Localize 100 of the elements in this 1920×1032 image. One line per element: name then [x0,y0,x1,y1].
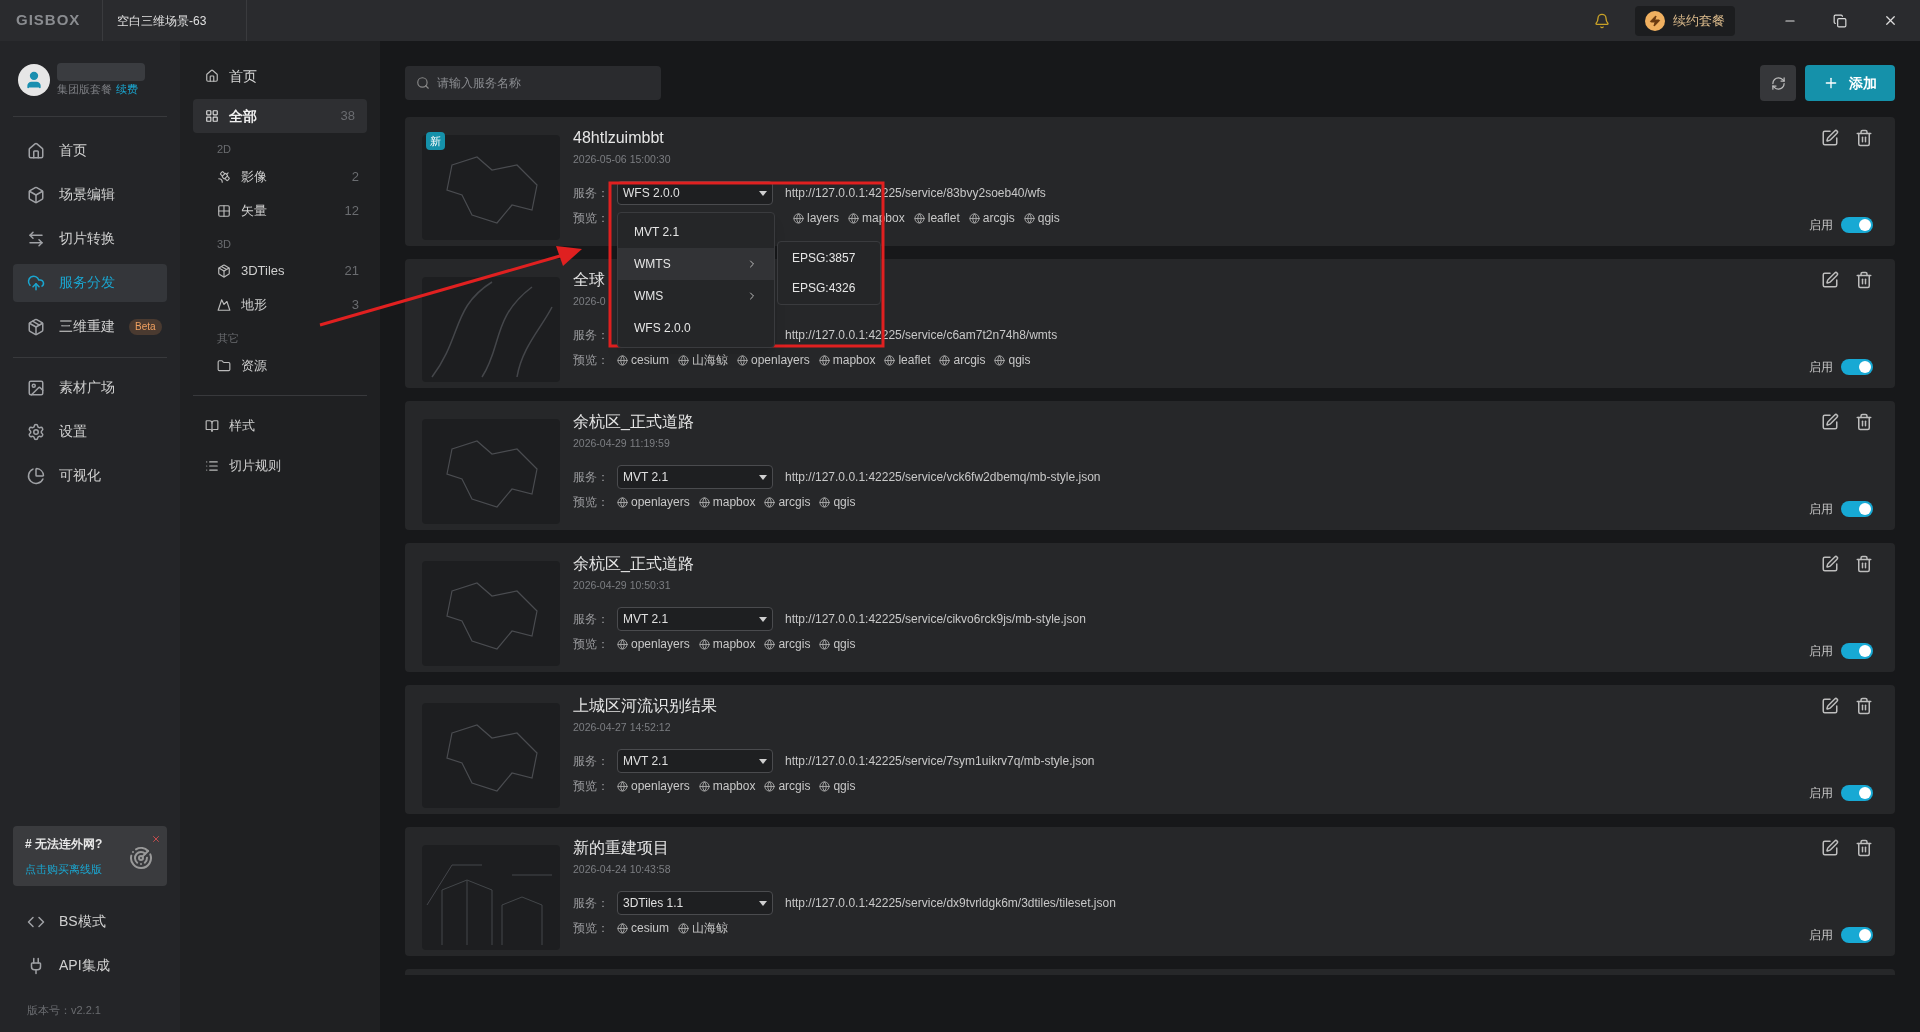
submenu-item[interactable]: EPSG:3857 [778,243,880,273]
preview-link[interactable]: qgis [819,635,856,653]
preview-link[interactable]: qgis [994,351,1031,369]
service-url[interactable]: http://127.0.0.1:42225/service/dx9tvrldgk6m/3dtiles/tileset.json [785,894,1116,912]
preview-link[interactable]: qgis [1023,209,1060,227]
delete-icon[interactable] [1855,555,1873,573]
delete-icon[interactable] [1855,839,1873,857]
category-item[interactable]: 资源 [217,348,359,383]
service-label: 服务： [573,895,610,912]
search-field[interactable]: 请输入服务名称 [405,66,661,100]
category-count: 2 [351,167,359,186]
nav-item[interactable]: 场景编辑 [13,175,167,214]
nav-item[interactable]: 设置 [13,412,167,451]
edit-icon[interactable] [1821,697,1839,715]
service-select[interactable]: MVT 2.1 [617,749,773,773]
renew-button[interactable]: 续约套餐 [1635,5,1735,36]
add-button[interactable]: 添加 [1805,65,1895,101]
service-select[interactable]: MVT 2.1 [617,607,773,631]
close-icon[interactable] [1883,13,1898,28]
nav-label: 场景编辑 [59,185,115,204]
refresh-button[interactable] [1760,65,1796,101]
menu-item[interactable]: WMS [618,280,774,312]
category-item[interactable]: 3DTiles 21 [217,254,359,288]
promo-link[interactable]: 点击购买离线版 [25,860,102,877]
category-label: 全部 [229,106,258,126]
preview-label: 预览： [573,494,610,511]
edit-icon[interactable] [1821,839,1839,857]
nav-item[interactable]: API集成 [13,943,167,988]
service-url[interactable]: http://127.0.0.1:42225/service/cikvo6rck9js/mb-style.json [785,610,1086,628]
preview-link[interactable]: arcgis [939,351,986,369]
nav-item[interactable]: 素材广场 [13,368,167,407]
preview-link[interactable]: arcgis [764,777,811,795]
preview-link[interactable]: mapbox [818,351,876,369]
preview-link[interactable]: cesium [617,919,669,937]
caret-icon [759,900,767,906]
preview-link[interactable]: openlayers [617,777,690,795]
nav-item[interactable]: 切片转换 [13,219,167,258]
enable-toggle[interactable] [1841,927,1873,943]
category-item[interactable]: 影像 2 [217,159,359,194]
preview-link[interactable]: arcgis [764,493,811,511]
preview-link[interactable]: mapbox [698,777,756,795]
plus-icon [1823,75,1839,91]
nav-item[interactable]: 三维重建 Beta [13,307,167,346]
edit-icon[interactable] [1821,129,1839,147]
service-date: 2026-04-27 14:52:12 [573,720,671,735]
edit-icon[interactable] [1821,271,1839,289]
service-select[interactable]: MVT 2.1 [617,465,773,489]
menu-item[interactable]: MVT 2.1 [618,216,774,248]
preview-link[interactable]: 山海鲸 [678,351,728,369]
nav-item[interactable]: 首页 [13,131,167,170]
enable-toggle[interactable] [1841,643,1873,659]
delete-icon[interactable] [1855,271,1873,289]
preview-link[interactable]: layers [793,209,839,227]
submenu-item[interactable]: EPSG:4326 [778,273,880,303]
service-select[interactable]: 3DTiles 1.1 [617,891,773,915]
preview-link[interactable]: cesium [617,351,669,369]
nav-label: 切片转换 [59,229,115,248]
nav-item[interactable]: BS模式 [13,899,167,944]
preview-link[interactable]: arcgis [764,635,811,653]
edit-icon[interactable] [1821,413,1839,431]
globe-icon [913,212,925,224]
category-item[interactable]: 全部 38 [193,99,367,133]
restore-icon[interactable] [1833,13,1847,28]
category-item[interactable]: 切片规则 [193,445,367,486]
category-item[interactable]: 地形 3 [217,288,359,322]
preview-link[interactable]: leaflet [884,351,931,369]
preview-link[interactable]: 山海鲸 [678,919,728,937]
preview-link[interactable]: qgis [819,493,856,511]
edit-icon[interactable] [1821,555,1839,573]
category-item[interactable]: 首页 [193,59,367,93]
renew-link[interactable]: 续费 [116,81,138,98]
preview-link[interactable]: openlayers [737,351,810,369]
globe-icon [1023,212,1035,224]
preview-link[interactable]: openlayers [617,635,690,653]
globe-icon [793,212,804,224]
delete-icon[interactable] [1855,129,1873,147]
menu-item[interactable]: WFS 2.0.0 [618,312,774,344]
enable-toggle[interactable] [1841,785,1873,801]
enable-toggle[interactable] [1841,501,1873,517]
enable-toggle[interactable] [1841,359,1873,375]
service-url[interactable]: http://127.0.0.1:42225/service/7sym1uikrv7q/mb-style.json [785,752,1095,770]
delete-icon[interactable] [1855,697,1873,715]
preview-link[interactable]: openlayers [617,493,690,511]
service-select[interactable]: WFS 2.0.0 [617,181,773,205]
grid-icon [205,109,219,123]
category-item[interactable]: 矢量 12 [217,193,359,228]
nav-item[interactable]: 可视化 [13,456,167,495]
preview-link[interactable]: arcgis [968,209,1015,227]
preview-link[interactable]: qgis [819,777,856,795]
category-item[interactable]: 样式 [193,405,367,446]
service-url[interactable]: http://127.0.0.1:42225/service/vck6fw2dbemq/mb-style.json [785,468,1101,486]
delete-icon[interactable] [1855,413,1873,431]
preview-link[interactable]: mapbox [698,635,756,653]
bell-icon[interactable] [1594,12,1610,29]
globe-icon [678,354,689,366]
nav-item[interactable]: 服务分发 [13,263,167,302]
preview-link[interactable]: leaflet [913,209,960,227]
menu-item[interactable]: WMTS [618,248,774,280]
enable-toggle[interactable] [1841,217,1873,233]
preview-link[interactable]: mapbox [698,493,756,511]
